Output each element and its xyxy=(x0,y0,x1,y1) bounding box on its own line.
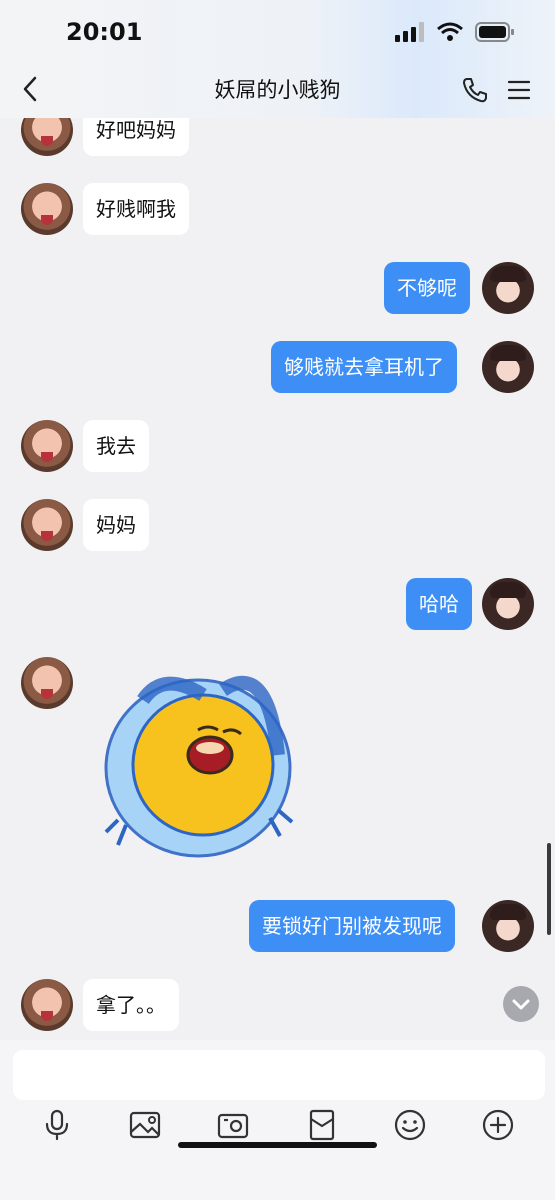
avatar-detail xyxy=(490,904,526,920)
red-envelope-icon[interactable] xyxy=(305,1108,339,1142)
avatar-detail xyxy=(41,531,53,541)
outgoing-message[interactable]: 不够呢 xyxy=(384,262,470,314)
incoming-message[interactable]: 好贱啊我 xyxy=(83,183,189,235)
emoji-icon[interactable] xyxy=(393,1108,427,1142)
chevron-down-icon xyxy=(512,999,530,1010)
my-avatar[interactable] xyxy=(482,262,534,314)
outgoing-message[interactable]: 够贱就去拿耳机了 xyxy=(271,341,457,393)
home-indicator[interactable] xyxy=(178,1142,377,1148)
contact-avatar[interactable] xyxy=(21,183,73,235)
incoming-message[interactable]: 我去 xyxy=(83,420,149,472)
avatar-detail xyxy=(490,582,526,598)
camera-icon[interactable] xyxy=(216,1108,250,1142)
menu-icon[interactable] xyxy=(507,78,531,102)
avatar-detail xyxy=(41,215,53,225)
avatar-detail xyxy=(41,689,53,699)
battery-icon xyxy=(475,22,514,42)
status-time: 20:01 xyxy=(66,18,143,46)
avatar-detail xyxy=(41,1011,53,1021)
my-avatar[interactable] xyxy=(482,578,534,630)
plus-icon[interactable] xyxy=(481,1108,515,1142)
status-icons xyxy=(395,22,515,42)
message-input[interactable] xyxy=(13,1050,545,1100)
incoming-message[interactable]: 拿了。。 xyxy=(83,979,179,1031)
my-avatar[interactable] xyxy=(482,900,534,952)
chat-history[interactable]: 好吧妈妈 好贱啊我 不够呢 够贱就去拿耳机了 我去 妈妈 哈哈 要锁好门别被发现… xyxy=(0,0,555,1040)
contact-avatar[interactable] xyxy=(21,420,73,472)
scrollbar[interactable] xyxy=(547,843,551,935)
wifi-icon xyxy=(437,22,463,41)
avatar-detail xyxy=(490,266,526,282)
composer xyxy=(0,1040,555,1200)
my-avatar[interactable] xyxy=(482,341,534,393)
outgoing-message[interactable]: 要锁好门别被发现呢 xyxy=(249,900,455,952)
microphone-icon[interactable] xyxy=(40,1108,74,1142)
signal-icon xyxy=(395,22,424,42)
phone-icon[interactable] xyxy=(461,76,489,104)
avatar-detail xyxy=(41,136,53,146)
avatar-detail xyxy=(41,452,53,462)
incoming-message[interactable]: 妈妈 xyxy=(83,499,149,551)
image-icon[interactable] xyxy=(128,1108,162,1142)
scroll-to-bottom-button[interactable] xyxy=(503,986,539,1022)
contact-avatar[interactable] xyxy=(21,657,73,709)
crying-face-sticker[interactable] xyxy=(98,660,298,860)
outgoing-message[interactable]: 哈哈 xyxy=(406,578,472,630)
contact-avatar[interactable] xyxy=(21,979,73,1031)
contact-avatar[interactable] xyxy=(21,499,73,551)
header: 20:01 妖屌的小贱狗 xyxy=(0,0,555,118)
avatar-detail xyxy=(490,345,526,361)
